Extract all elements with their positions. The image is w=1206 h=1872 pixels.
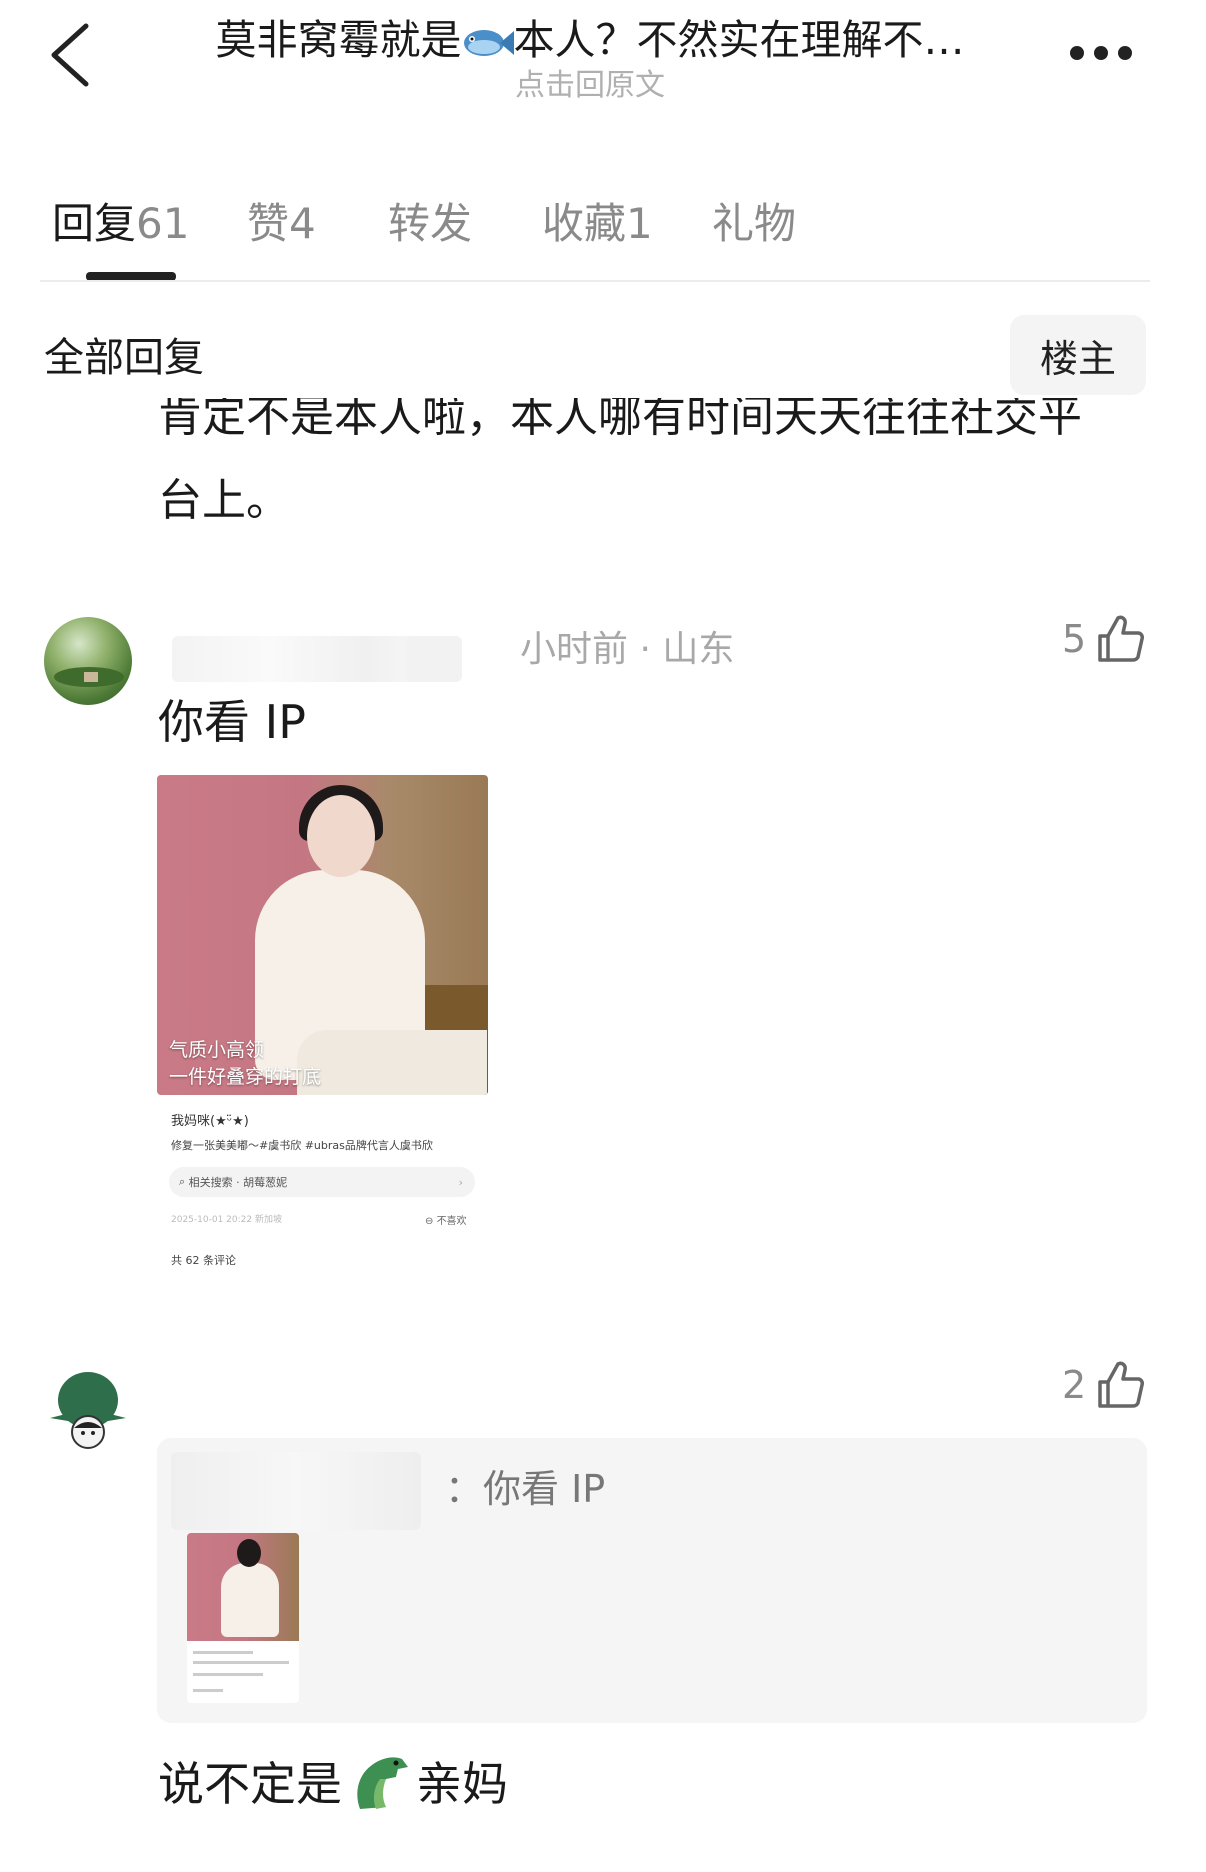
dot-icon — [1070, 46, 1084, 60]
tab-reposts[interactable]: 转发 — [388, 190, 472, 251]
like-count: 2 — [1062, 1363, 1087, 1407]
tab-gifts[interactable]: 礼物 — [712, 190, 796, 251]
chevron-left-icon — [51, 23, 89, 87]
reply-filter-row: 全部回复 楼主 — [44, 315, 1154, 395]
like-button[interactable]: 2 — [1062, 1360, 1145, 1410]
comment-meta: 小时前 · 山东 — [520, 629, 735, 670]
fish-icon — [463, 30, 514, 56]
all-replies-filter[interactable]: 全部回复 — [44, 325, 204, 383]
quoted-username-blurred — [171, 1452, 421, 1530]
comment-text: 你看 IP — [158, 695, 306, 749]
comment-text: 说不定是 亲妈 — [158, 1748, 508, 1814]
screenshot-username: 我妈咪(★ᵕ̈★) — [171, 1114, 249, 1129]
back-button[interactable] — [40, 20, 100, 90]
thumbs-up-icon — [1098, 615, 1145, 662]
dot-icon — [1118, 46, 1132, 60]
username-blurred — [406, 636, 462, 682]
screenshot-search-bar: ⌕ 相关搜索 · 胡莓葱妮 › — [169, 1167, 475, 1197]
dot-icon — [1094, 46, 1108, 60]
screenshot-comment-total: 共 62 条评论 — [171, 1254, 236, 1267]
back-to-original-link[interactable]: 点击回原文 — [170, 68, 1010, 104]
owner-only-button[interactable]: 楼主 — [1010, 315, 1146, 395]
thumbs-up-icon — [1098, 1361, 1145, 1408]
post-title-text: 莫非窝霉就是 本人？不然实在理解不… — [215, 16, 965, 64]
photo-caption: 气质小高领 一件好叠穿的打底 — [169, 1039, 322, 1088]
screenshot-dislike: ⊖ 不喜欢 — [425, 1216, 467, 1227]
tab-replies[interactable]: 回复61 — [52, 190, 189, 251]
post-title[interactable]: 莫非窝霉就是 本人？不然实在理解不… 点击回原文 — [170, 14, 1010, 104]
quoted-image-thumbnail[interactable] — [187, 1533, 299, 1703]
comment-image[interactable]: 气质小高领 一件好叠穿的打底 我妈咪(★ᵕ̈★) 修复一张美美嘟～#虞书欣 #u… — [157, 775, 488, 1275]
like-count: 5 — [1062, 617, 1087, 661]
top-bar: 莫非窝霉就是 本人？不然实在理解不… 点击回原文 — [0, 0, 1206, 110]
screenshot-date: 2025-10-01 20:22 新加坡 — [171, 1215, 282, 1225]
search-icon: ⌕ — [179, 1175, 189, 1188]
quoted-comment[interactable]: ：你看 IP — [157, 1438, 1147, 1723]
quoted-text: ：你看 IP — [445, 1467, 606, 1511]
screenshot-description: 修复一张美美嘟～#虞书欣 #ubras品牌代言人虞书欣 — [171, 1139, 433, 1152]
crocodile-icon — [357, 1757, 408, 1809]
tab-likes[interactable]: 赞4 — [247, 190, 316, 251]
chevron-right-icon: › — [458, 1175, 463, 1189]
tab-favorites[interactable]: 收藏1 — [542, 190, 653, 251]
avatar[interactable] — [44, 617, 132, 705]
like-button[interactable]: 5 — [1062, 614, 1145, 664]
divider — [40, 280, 1150, 282]
comment-text-previous: 肯定不是本人啦，本人哪有时间天天往往社交平 台上。 — [158, 398, 1082, 526]
more-options-button[interactable] — [1070, 38, 1140, 68]
tab-bar: 回复61 赞4 转发 收藏1 礼物 — [40, 180, 1180, 281]
avatar[interactable] — [44, 1366, 132, 1454]
mascot-avatar-icon — [50, 1372, 126, 1449]
